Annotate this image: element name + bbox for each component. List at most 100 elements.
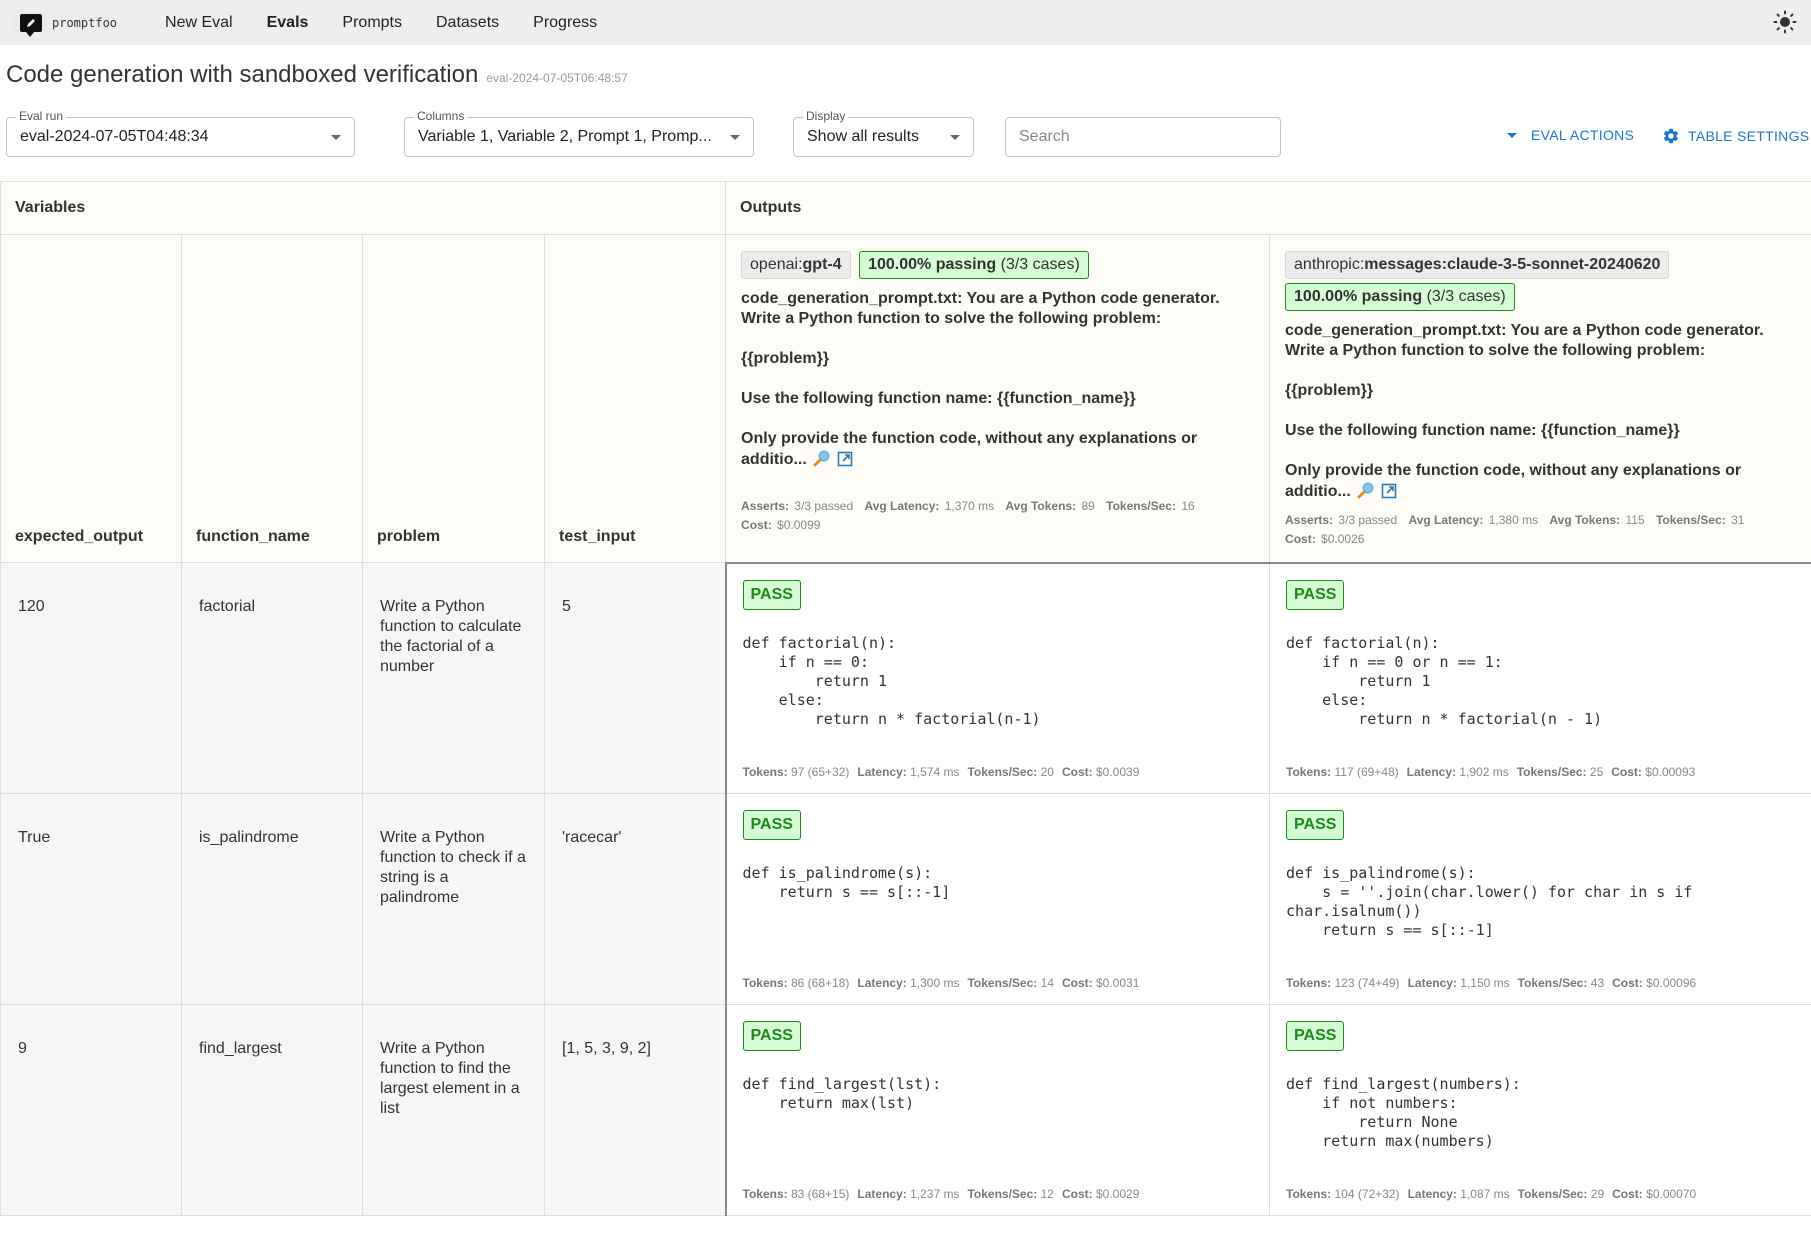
display-select[interactable]: Display Show all results <box>793 109 974 157</box>
pass-status-badge[interactable]: PASS <box>742 579 801 610</box>
pass-status-badge[interactable]: PASS <box>1286 1021 1345 1051</box>
output-cell[interactable]: PASS def is_palindrome(s): return s == s[… <box>724 793 1271 1005</box>
stat-label: Tokens: <box>1286 1187 1332 1201</box>
column-header-problem[interactable]: problem <box>362 234 545 563</box>
table-settings-button[interactable]: TABLE SETTINGS <box>1662 127 1809 145</box>
eval-run-select[interactable]: Eval run eval-2024-07-05T04:48:34 <box>6 109 355 157</box>
search-input[interactable]: Search <box>1005 117 1281 157</box>
stat-label: Avg Latency: <box>864 499 940 513</box>
pass-status-badge[interactable]: PASS <box>1286 810 1345 840</box>
prompt-text: code_generation_prompt.txt: You are a Py… <box>741 289 1254 473</box>
tokens-value: 86 (68+18) <box>791 976 850 990</box>
tokens-per-sec-value: 20 <box>1040 765 1054 779</box>
eval-actions-label: EVAL ACTIONS <box>1531 127 1635 143</box>
cost-value: $0.0039 <box>1095 765 1140 779</box>
stat-label: Tokens/Sec: <box>967 1187 1038 1201</box>
stat-label: Tokens: <box>1286 765 1332 779</box>
cell-function-name: find_largest <box>181 1004 363 1216</box>
cell-problem: Write a Python function to calculate the… <box>362 562 545 794</box>
cell-function-name: is_palindrome <box>181 793 363 1005</box>
pass-status-badge[interactable]: PASS <box>742 1021 801 1051</box>
outputs-group-header: Outputs <box>725 181 1811 235</box>
page-title: Code generation with sandboxed verificat… <box>6 61 479 88</box>
table-settings-label: TABLE SETTINGS <box>1688 128 1810 144</box>
eval-run-value: eval-2024-07-05T04:48:34 <box>20 128 209 145</box>
stat-label: Cost: <box>1061 765 1093 779</box>
eval-actions-button[interactable]: EVAL ACTIONS <box>1507 127 1634 143</box>
avg-latency-value: 1,380 ms <box>1488 513 1539 527</box>
tokens-value: 104 (72+32) <box>1334 1187 1400 1201</box>
column-header-expected-output[interactable]: expected_output <box>0 234 182 563</box>
prompt-body: code_generation_prompt.txt: You are a Py… <box>1285 322 1764 500</box>
magnifier-icon[interactable] <box>1357 481 1375 505</box>
nav-evals[interactable]: Evals <box>267 14 309 32</box>
summary-stats: Asserts: 3/3 passed Avg Latency: 1,380 m… <box>1285 511 1796 549</box>
cell-expected-output: True <box>0 793 182 1005</box>
prompt-body: code_generation_prompt.txt: You are a Py… <box>741 290 1220 468</box>
columns-value: Variable 1, Variable 2, Prompt 1, Promp.… <box>418 128 712 145</box>
stat-label: Tokens: <box>742 765 788 779</box>
latency-value: 1,902 ms <box>1459 765 1509 779</box>
open-in-new-icon[interactable] <box>837 451 853 473</box>
stat-label: Cost: <box>1612 976 1643 990</box>
nav-new-eval[interactable]: New Eval <box>165 14 233 32</box>
output-code: def factorial(n): if n == 0 or n == 1: r… <box>1286 633 1603 728</box>
output-code: def find_largest(lst): return max(lst) <box>742 1075 942 1112</box>
provider-prefix: openai: <box>750 256 803 273</box>
stat-label: Asserts: <box>741 499 790 513</box>
output-cell[interactable]: PASS def factorial(n): if n == 0: return … <box>724 562 1271 794</box>
stat-label: Tokens/Sec: <box>1517 976 1588 990</box>
column-header-test-input[interactable]: test_input <box>543 234 727 563</box>
magnifier-icon[interactable] <box>813 449 831 473</box>
asserts-value: 3/3 passed <box>794 499 854 513</box>
output-cell[interactable]: PASS def factorial(n): if n == 0 or n == … <box>1269 562 1811 794</box>
stat-label: Tokens/Sec: <box>1106 499 1176 513</box>
output-cell[interactable]: PASS def find_largest(numbers): if not nu… <box>1269 1004 1811 1216</box>
sun-icon[interactable] <box>1773 10 1797 34</box>
tokens-per-sec-value: 12 <box>1040 1187 1054 1201</box>
nav-prompts[interactable]: Prompts <box>342 14 402 32</box>
output-header-claude: anthropic:messages:claude-3-5-sonnet-202… <box>1269 234 1811 564</box>
provider-name: gpt-4 <box>802 256 842 273</box>
tokens-value: 117 (69+48) <box>1334 765 1399 779</box>
stat-label: Avg Tokens: <box>1549 513 1621 527</box>
cost-value: $0.00070 <box>1646 1187 1697 1201</box>
chevron-down-icon <box>950 134 960 140</box>
stat-label: Avg Tokens: <box>1005 499 1077 513</box>
stat-label: Cost: <box>1611 765 1642 779</box>
top-nav: promptfoo New Eval Evals Prompts Dataset… <box>0 0 1811 45</box>
output-cell[interactable]: PASS def is_palindrome(s): s = ''.join(ch… <box>1269 793 1811 1005</box>
stat-label: Cost: <box>1612 1187 1643 1201</box>
logo[interactable]: promptfoo <box>12 9 126 37</box>
stat-label: Tokens/Sec: <box>1655 513 1726 527</box>
column-header-function-name[interactable]: function_name <box>181 234 363 563</box>
cell-problem: Write a Python function to check if a st… <box>362 793 545 1005</box>
open-in-new-icon[interactable] <box>1381 483 1397 505</box>
chevron-down-icon <box>730 134 740 140</box>
tokens-value: 83 (68+15) <box>791 1187 850 1201</box>
tokens-value: 97 (65+32) <box>791 765 850 779</box>
stat-label: Latency: <box>857 1187 907 1201</box>
stat-label: Tokens/Sec: <box>1516 765 1587 779</box>
nav-datasets[interactable]: Datasets <box>436 14 499 32</box>
output-cell[interactable]: PASS def find_largest(lst): return max(ls… <box>724 1004 1271 1216</box>
cell-function-name: factorial <box>181 562 363 794</box>
table-row: True is_palindrome Write a Python function… <box>0 793 1811 1005</box>
output-stats: Tokens: 97 (65+32) Latency: 1,574 ms Token… <box>743 765 1148 779</box>
columns-select[interactable]: Columns Variable 1, Variable 2, Prompt 1… <box>404 109 754 157</box>
output-code: def find_largest(numbers): if not number… <box>1286 1075 1521 1150</box>
tokens-per-sec-value: 25 <box>1589 765 1604 779</box>
output-code: def is_palindrome(s): s = ''.join(char.l… <box>1286 864 1693 939</box>
tokens-value: 123 (74+49) <box>1334 976 1400 990</box>
pass-status-badge[interactable]: PASS <box>742 810 801 840</box>
nav-progress[interactable]: Progress <box>533 14 597 32</box>
caret-down-icon <box>1507 132 1517 138</box>
stat-label: Tokens/Sec: <box>1517 1187 1588 1201</box>
avg-latency-value: 1,370 ms <box>944 499 995 513</box>
pass-status-badge[interactable]: PASS <box>1286 579 1345 610</box>
cell-problem: Write a Python function to find the larg… <box>362 1004 545 1216</box>
output-stats: Tokens: 86 (68+18) Latency: 1,300 ms Token… <box>743 976 1148 990</box>
stat-label: Cost: <box>1285 532 1316 546</box>
controls-bar: Eval run eval-2024-07-05T04:48:34 Column… <box>0 109 1811 157</box>
provider-badge: openai:gpt-4 <box>741 251 851 279</box>
